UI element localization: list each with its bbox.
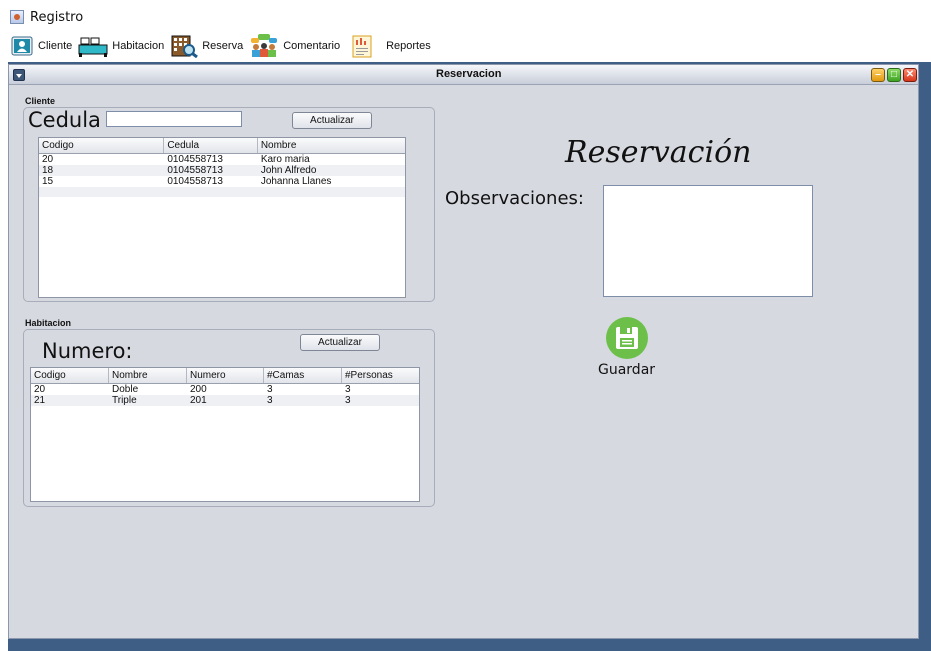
table-row[interactable]: 20 Doble 200 3 3 — [31, 384, 419, 395]
menu-reportes-label: Reportes — [386, 40, 431, 52]
close-icon: ✕ — [905, 69, 915, 80]
building-search-icon — [170, 34, 199, 58]
table-cell: 20 — [42, 154, 54, 165]
minimize-icon: – — [875, 69, 881, 80]
table-row[interactable]: 18 0104558713 John Alfredo — [39, 165, 405, 176]
menu-reportes[interactable]: Reportes — [350, 33, 431, 59]
cliente-table-header: Codigo Cedula Nombre — [39, 138, 405, 154]
minimize-button[interactable]: – — [871, 68, 885, 82]
save-button[interactable] — [606, 317, 648, 359]
numero-label: Numero: — [42, 339, 133, 363]
table-cell: 3 — [345, 395, 351, 406]
table-cell: 3 — [345, 384, 351, 395]
report-chart-icon — [350, 34, 374, 58]
table-cell: 15 — [42, 176, 54, 187]
menu-habitacion-label: Habitacion — [112, 40, 165, 52]
maximize-icon: □ — [890, 69, 898, 80]
people-chat-icon — [249, 34, 279, 58]
menu-cliente-label: Cliente — [38, 40, 73, 52]
table-cell: 0104558713 — [167, 176, 223, 187]
column-header[interactable]: #Personas — [342, 368, 419, 383]
column-header[interactable]: Numero — [187, 368, 264, 383]
menubar: Cliente Habitacion Reserva Comentario Re… — [10, 32, 437, 60]
cedula-label: Cedula — [28, 108, 101, 132]
observaciones-textarea[interactable] — [603, 185, 813, 297]
table-row[interactable]: 15 0104558713 Johanna Llanes — [39, 176, 405, 187]
table-cell: 201 — [190, 395, 207, 406]
menu-habitacion[interactable]: Habitacion — [78, 33, 164, 59]
habitacion-group: Numero: Actualizar Codigo Nombre Numero … — [23, 329, 435, 507]
table-cell: 0104558713 — [167, 165, 223, 176]
cedula-input[interactable] — [106, 111, 242, 127]
habitacion-group-label: Habitacion — [25, 318, 72, 328]
column-header[interactable]: Codigo — [39, 138, 165, 153]
column-header[interactable]: Nombre — [109, 368, 187, 383]
reservacion-frame: Reservacion – □ ✕ Cliente Cedula Actuali… — [8, 64, 919, 639]
column-header[interactable]: Nombre — [258, 138, 405, 153]
cliente-group-label: Cliente — [25, 96, 56, 106]
table-cell: 0104558713 — [167, 154, 223, 165]
table-row[interactable]: 21 Triple 201 3 3 — [31, 395, 419, 406]
table-cell: 21 — [34, 395, 46, 406]
table-cell: Triple — [112, 395, 137, 406]
menu-reserva[interactable]: Reserva — [170, 33, 243, 59]
table-cell: John Alfredo — [260, 165, 317, 176]
cliente-actualizar-button[interactable]: Actualizar — [292, 112, 372, 129]
java-app-icon — [10, 10, 24, 24]
save-label[interactable]: Guardar — [598, 362, 655, 378]
table-cell: 18 — [42, 165, 54, 176]
window-title: Registro — [30, 9, 84, 25]
menu-cliente[interactable]: Cliente — [10, 33, 72, 59]
floppy-disk-icon — [616, 327, 638, 349]
table-row-empty — [39, 187, 405, 197]
table-cell: 3 — [267, 395, 273, 406]
menu-comentario-label: Comentario — [283, 40, 341, 52]
table-cell: 3 — [267, 384, 273, 395]
cliente-table[interactable]: Codigo Cedula Nombre 20 0104558713 Karo … — [38, 137, 406, 298]
habitacion-actualizar-button[interactable]: Actualizar — [300, 334, 380, 351]
table-cell: Johanna Llanes — [260, 176, 332, 187]
table-cell: Karo maria — [260, 154, 310, 165]
cliente-group: Cedula Actualizar Codigo Cedula Nombre 2… — [23, 107, 435, 302]
column-header[interactable]: #Camas — [264, 368, 342, 383]
column-header[interactable]: Codigo — [31, 368, 109, 383]
table-cell: 20 — [34, 384, 46, 395]
bed-icon — [78, 34, 108, 58]
user-card-icon — [10, 34, 34, 58]
close-button[interactable]: ✕ — [903, 68, 917, 82]
habitacion-table[interactable]: Codigo Nombre Numero #Camas #Personas 20… — [30, 367, 420, 502]
table-cell: Doble — [112, 384, 139, 395]
frame-title-bar[interactable]: Reservacion – □ ✕ — [9, 65, 918, 85]
frame-menu-icon[interactable] — [13, 69, 25, 81]
maximize-button[interactable]: □ — [887, 68, 901, 82]
window-title-bar: Registro — [10, 8, 83, 26]
table-row[interactable]: 20 0104558713 Karo maria — [39, 154, 405, 165]
habitacion-table-header: Codigo Nombre Numero #Camas #Personas — [31, 368, 419, 384]
observaciones-label: Observaciones: — [445, 188, 584, 209]
menu-comentario[interactable]: Comentario — [249, 33, 340, 59]
menu-reserva-label: Reserva — [202, 40, 244, 52]
column-header[interactable]: Cedula — [164, 138, 258, 153]
reservacion-title: Reservación — [565, 135, 752, 170]
table-cell: 200 — [190, 384, 207, 395]
frame-title: Reservacion — [436, 68, 502, 80]
